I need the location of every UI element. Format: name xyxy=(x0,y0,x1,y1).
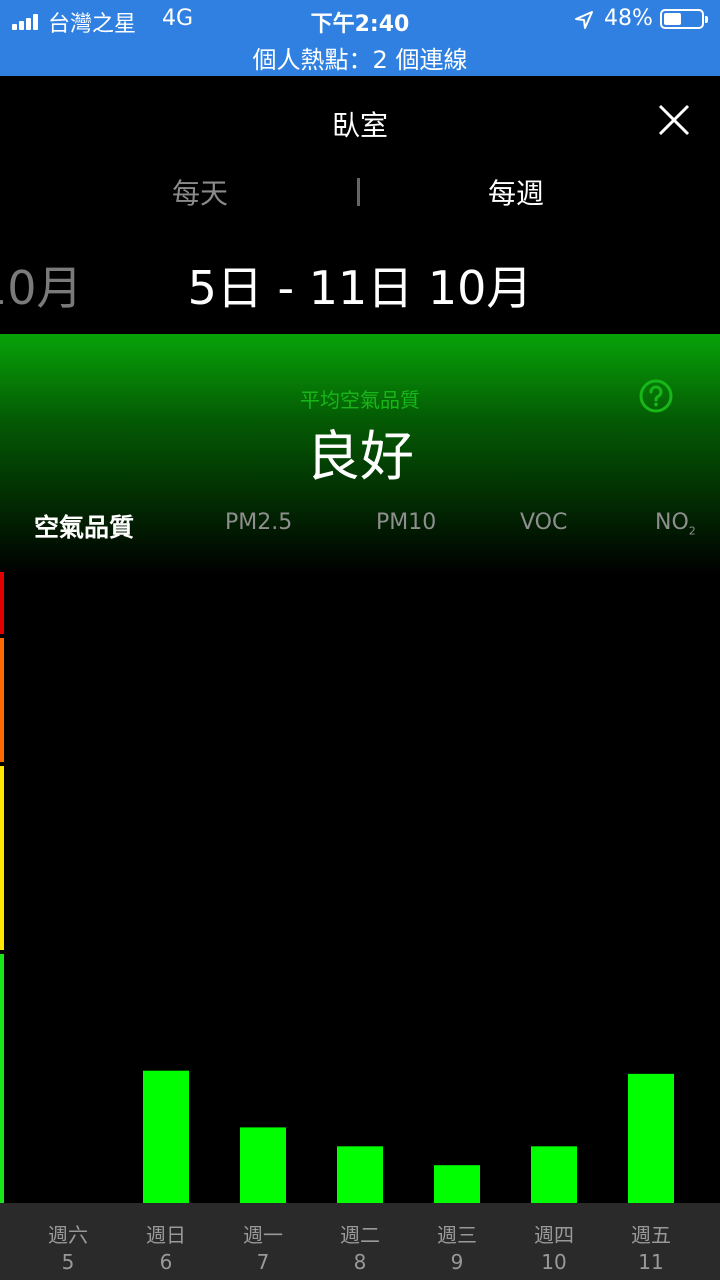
day-date: 7 xyxy=(256,1250,270,1274)
chart-bar-3 xyxy=(337,1146,383,1203)
metric-no2-subscript: 2 xyxy=(688,524,696,538)
weekly-air-quality-chart xyxy=(143,1070,674,1203)
status-bar: 台灣之星 4G 下午2:40 48% 個人熱點：2 個連線 xyxy=(0,0,720,76)
metric-no2-label: NO xyxy=(655,510,689,535)
average-value: 良好 xyxy=(306,425,414,488)
chart-bar-2 xyxy=(240,1127,286,1203)
tab-daily[interactable]: 每天 xyxy=(172,172,228,212)
day-weekday: 週六 xyxy=(48,1223,88,1247)
day-label[interactable]: 週四 10 xyxy=(514,1203,594,1274)
tab-weekly[interactable]: 每週 xyxy=(488,172,544,212)
day-label[interactable]: 週一 7 xyxy=(223,1203,303,1274)
day-date: 8 xyxy=(353,1250,367,1274)
day-date: 5 xyxy=(61,1250,75,1274)
battery-percent: 48% xyxy=(604,6,653,31)
day-weekday: 週三 xyxy=(437,1223,477,1247)
chart-bar-4 xyxy=(434,1165,480,1203)
day-weekday: 週一 xyxy=(243,1223,283,1247)
day-label[interactable]: 週二 8 xyxy=(320,1203,400,1274)
metric-tab-pm25[interactable]: PM2.5 xyxy=(225,510,292,535)
day-date: 6 xyxy=(159,1250,173,1274)
chart-bar-6 xyxy=(628,1073,674,1203)
day-date: 10 xyxy=(541,1250,567,1274)
day-weekday: 週五 xyxy=(631,1223,671,1247)
day-label[interactable]: 週日 6 xyxy=(126,1203,206,1274)
day-date: 9 xyxy=(450,1250,464,1274)
date-range: 5日 - 11日 10月 xyxy=(187,261,533,315)
metric-tab-air-quality[interactable]: 空氣品質 xyxy=(34,508,134,544)
day-label[interactable]: 週五 11 xyxy=(611,1203,691,1274)
day-label[interactable]: 週六 5 xyxy=(28,1203,108,1274)
day-axis: 週六 5 週日 6 週一 7 週二 8 週三 9 週四 10 週五 11 xyxy=(0,1203,720,1280)
day-weekday: 週四 xyxy=(534,1223,574,1247)
day-label[interactable]: 週三 9 xyxy=(417,1203,497,1274)
average-label: 平均空氣品質 xyxy=(300,388,420,412)
chart-bar-5 xyxy=(531,1146,577,1203)
hotspot-banner[interactable]: 個人熱點：2 個連線 xyxy=(0,40,720,75)
day-weekday: 週日 xyxy=(146,1223,186,1247)
day-weekday: 週二 xyxy=(340,1223,380,1247)
day-date: 11 xyxy=(638,1250,664,1274)
tab-divider xyxy=(357,178,360,206)
metric-tab-voc[interactable]: VOC xyxy=(520,510,567,535)
question-circle-icon[interactable] xyxy=(638,378,674,414)
close-icon[interactable] xyxy=(652,98,696,142)
chart-bar-1 xyxy=(143,1070,189,1203)
location-arrow-icon xyxy=(575,11,593,29)
room-title: 臥室 xyxy=(331,109,388,142)
metric-tab-pm10[interactable]: PM10 xyxy=(376,510,436,535)
metric-tab-no2[interactable]: NO2 xyxy=(655,510,696,537)
battery-icon xyxy=(660,9,708,29)
